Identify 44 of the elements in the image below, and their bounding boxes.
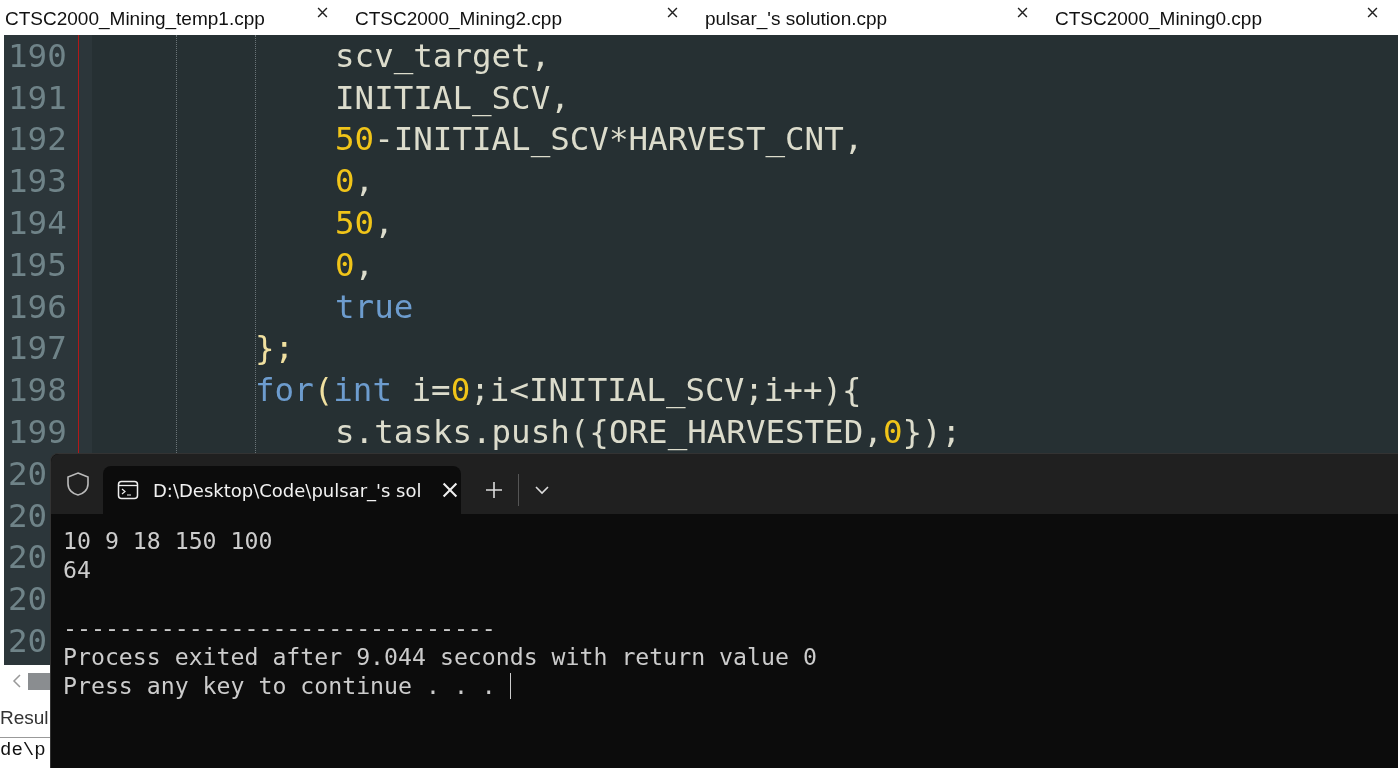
- line-number: 192: [8, 120, 67, 159]
- code-line: s.tasks.push({ORE_HARVESTED,0});: [335, 413, 962, 452]
- line-number: 193: [8, 162, 67, 201]
- scroll-left-icon[interactable]: [12, 673, 22, 689]
- line-number: 20: [8, 538, 48, 577]
- line-number: 20: [8, 454, 48, 493]
- line-number: 199: [8, 413, 67, 452]
- code-line: INITIAL_SCV,: [335, 78, 570, 117]
- close-icon[interactable]: [1017, 7, 1028, 18]
- code-line: 0,: [335, 245, 375, 284]
- terminal-output-line: Press any key to continue . . .: [63, 672, 496, 699]
- terminal-output-line: -------------------------------: [63, 614, 496, 641]
- chevron-down-icon[interactable]: [535, 485, 549, 495]
- line-number: 194: [8, 204, 67, 243]
- results-tab[interactable]: Resul: [0, 707, 49, 729]
- terminal-output-line: 64: [63, 556, 91, 583]
- close-icon[interactable]: [1367, 7, 1378, 18]
- terminal-tab[interactable]: D:\Desktop\Code\pulsar_'s sol: [103, 466, 461, 514]
- text-cursor: [509, 672, 512, 699]
- line-number: 20: [8, 580, 48, 619]
- shield-icon: [65, 471, 91, 497]
- close-icon[interactable]: [667, 7, 678, 18]
- terminal-output-line: 10 9 18 150 100: [63, 527, 273, 554]
- line-number: 20: [8, 622, 48, 661]
- code-line: scv_target,: [335, 36, 551, 75]
- line-number: 190: [8, 36, 67, 75]
- line-number: 195: [8, 245, 67, 284]
- console-icon: [117, 479, 139, 501]
- close-icon[interactable]: [317, 7, 328, 18]
- line-number: 197: [8, 329, 67, 368]
- line-number: 196: [8, 287, 67, 326]
- line-number: 198: [8, 371, 67, 410]
- code-line: 50-INITIAL_SCV*HARVEST_CNT,: [335, 120, 864, 159]
- scrollbar-thumb[interactable]: [28, 672, 50, 690]
- code-line: };: [255, 329, 295, 368]
- log-text: de\p: [0, 739, 46, 761]
- code-line: 50,: [335, 204, 394, 243]
- terminal-output-line: Process exited after 9.044 seconds with return value 0: [63, 643, 817, 670]
- line-number: 20: [8, 496, 48, 535]
- new-tab-icon[interactable]: [485, 481, 503, 499]
- code-line: for(int i=0;i<INITIAL_SCV;i++){: [255, 371, 862, 410]
- code-line: true: [335, 287, 414, 326]
- code-line: 0,: [335, 162, 375, 201]
- line-number: 191: [8, 78, 67, 117]
